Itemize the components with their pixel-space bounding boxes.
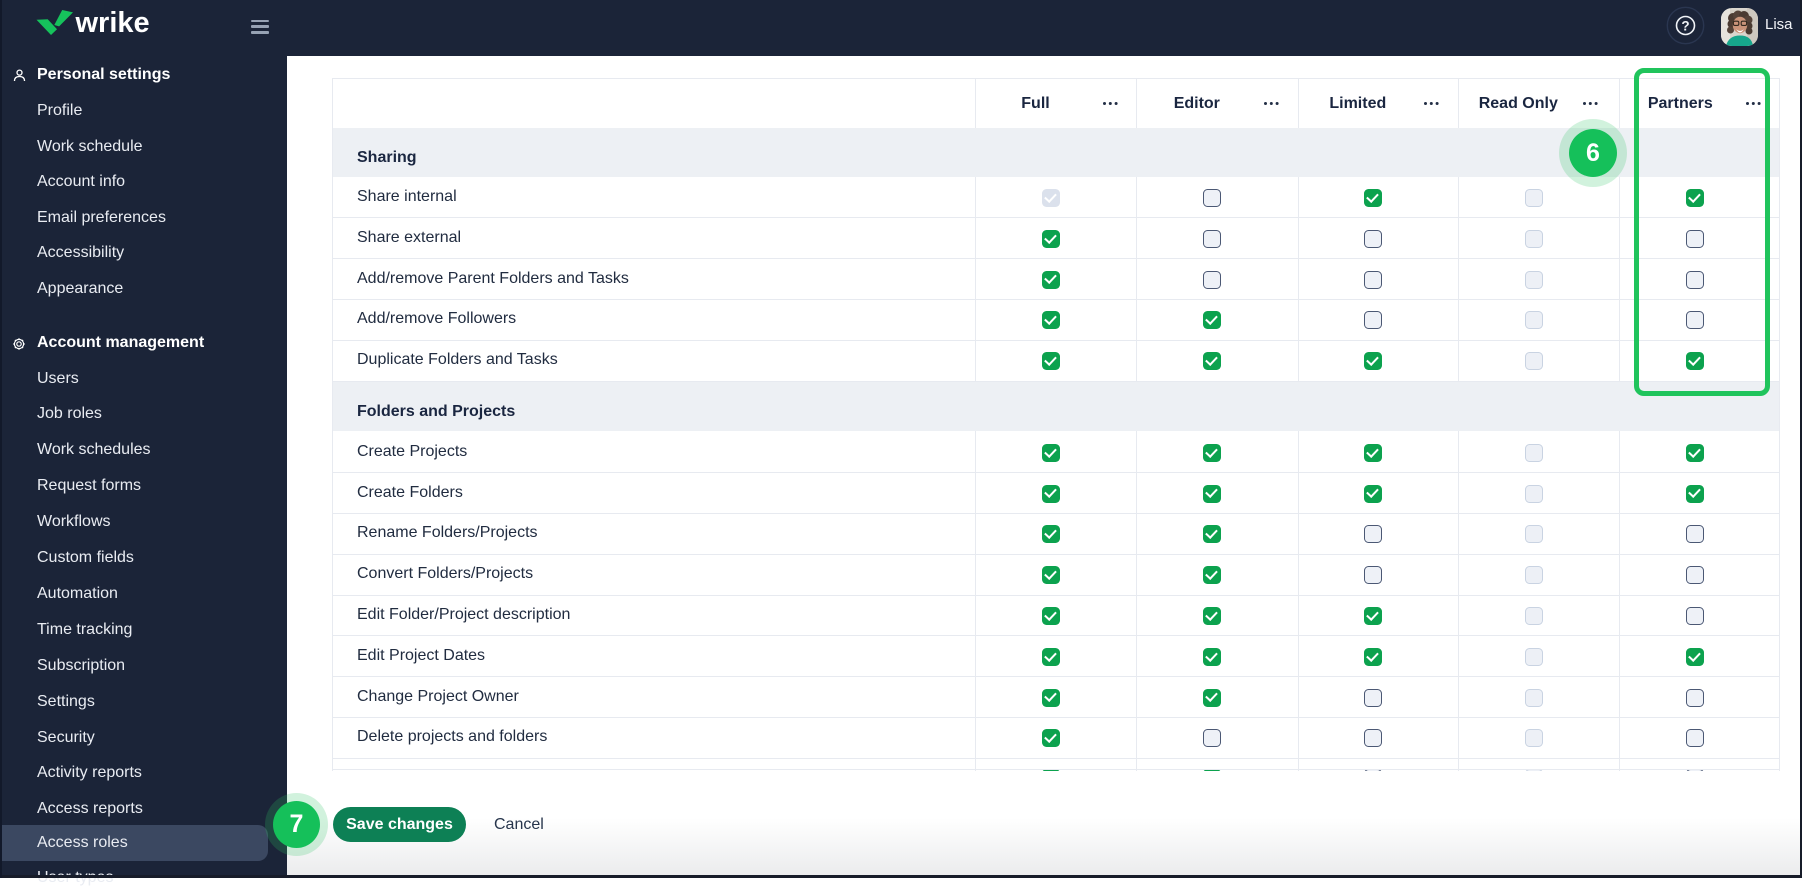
svg-text:?: ?	[1681, 19, 1689, 34]
